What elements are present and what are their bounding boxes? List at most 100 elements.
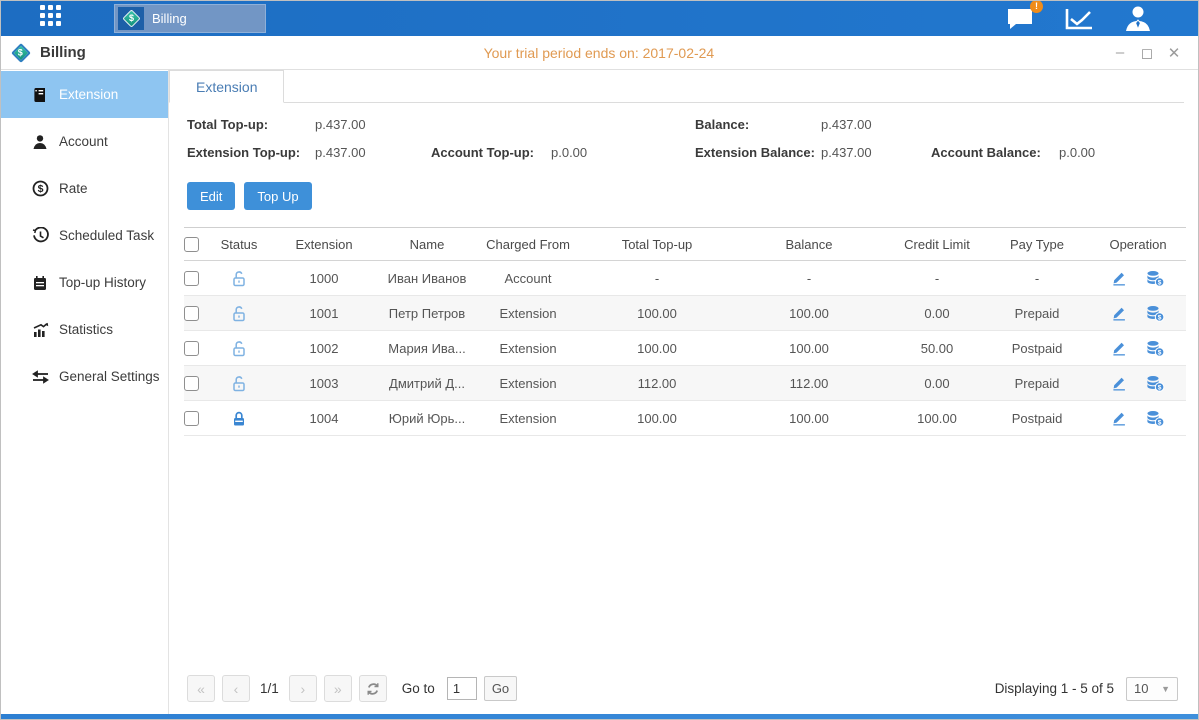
- col-charged-from: Charged From: [470, 228, 586, 261]
- sidebar-item-scheduled-task[interactable]: Scheduled Task: [1, 212, 168, 259]
- taskbar-tab-billing[interactable]: $ Billing: [114, 4, 266, 33]
- billing-diamond-icon: $: [14, 46, 28, 60]
- billing-diamond-icon: $: [122, 9, 140, 27]
- tab-label: Extension: [196, 79, 257, 95]
- col-pay-type: Pay Type: [984, 228, 1090, 261]
- account-balance-value: p.0.00: [1059, 145, 1184, 160]
- extension-balance-value: p.437.00: [821, 145, 931, 160]
- row-checkbox[interactable]: [184, 341, 199, 356]
- page-size-dropdown[interactable]: 10 ▼: [1126, 677, 1178, 701]
- total-topup-value: p.437.00: [315, 117, 431, 132]
- svg-text:$: $: [1158, 419, 1162, 426]
- chart-icon[interactable]: [1063, 6, 1095, 32]
- cell-total-topup: 100.00: [586, 296, 728, 331]
- edit-pencil-icon[interactable]: [1111, 270, 1127, 286]
- minimize-icon[interactable]: –: [1112, 44, 1128, 62]
- window-title: Billing: [40, 44, 86, 61]
- svg-text:$: $: [37, 183, 43, 195]
- account-topup-label: Account Top-up:: [431, 145, 551, 160]
- edit-pencil-icon[interactable]: [1111, 340, 1127, 356]
- edit-pencil-icon[interactable]: [1111, 375, 1127, 391]
- col-name: Name: [384, 228, 470, 261]
- cell-balance: 100.00: [728, 401, 890, 436]
- table-row: 1002 Мария Ива... Extension 100.00 100.0…: [184, 331, 1186, 366]
- prev-page-button[interactable]: ‹: [222, 675, 250, 702]
- sidebar-item-extension[interactable]: Extension: [1, 71, 168, 118]
- notification-badge: !: [1030, 0, 1043, 13]
- balance-summary: Total Top-up: p.437.00 Balance: p.437.00…: [169, 103, 1184, 164]
- cell-credit-limit: 0.00: [890, 296, 984, 331]
- topup-coins-icon[interactable]: $: [1146, 375, 1165, 392]
- chat-icon[interactable]: !: [1005, 6, 1035, 32]
- cell-name: Иван Иванов: [384, 261, 470, 296]
- edit-pencil-icon[interactable]: [1111, 410, 1127, 426]
- taskbar-tab-label: Billing: [152, 11, 187, 26]
- page-indicator: 1/1: [260, 681, 279, 696]
- topup-coins-icon[interactable]: $: [1146, 340, 1165, 357]
- sidebar-item-label: Statistics: [59, 322, 113, 337]
- sidebar-item-general-settings[interactable]: General Settings: [1, 353, 168, 400]
- cell-name: Петр Петров: [384, 296, 470, 331]
- sidebar-item-label: Scheduled Task: [59, 228, 154, 243]
- account-balance-label: Account Balance:: [931, 145, 1059, 160]
- tab-strip: Extension: [169, 70, 1184, 103]
- goto-page-input[interactable]: [447, 677, 477, 700]
- sidebar-item-statistics[interactable]: Statistics: [1, 306, 168, 353]
- window-titlebar: $ Billing Your trial period ends on: 201…: [1, 36, 1198, 70]
- row-checkbox[interactable]: [184, 306, 199, 321]
- select-all-checkbox[interactable]: [184, 237, 199, 252]
- person-icon: [31, 133, 49, 151]
- goto-label: Go to: [402, 681, 435, 696]
- topup-coins-icon[interactable]: $: [1146, 270, 1165, 287]
- sidebar-item-topup-history[interactable]: Top-up History: [1, 259, 168, 306]
- extension-topup-label: Extension Top-up:: [187, 145, 315, 160]
- page-size-value: 10: [1134, 681, 1148, 696]
- main-content: Extension Total Top-up: p.437.00 Balance…: [169, 70, 1198, 714]
- go-button[interactable]: Go: [484, 676, 517, 701]
- refresh-icon[interactable]: [359, 675, 387, 702]
- balance-label: Balance:: [695, 117, 821, 132]
- system-topbar: $ Billing !: [1, 1, 1198, 36]
- edit-pencil-icon[interactable]: [1111, 305, 1127, 321]
- close-icon[interactable]: ✕: [1166, 44, 1182, 62]
- cell-credit-limit: 0.00: [890, 366, 984, 401]
- sidebar-item-label: General Settings: [59, 369, 160, 384]
- svg-text:$: $: [1158, 349, 1162, 356]
- cell-pay-type: Postpaid: [984, 331, 1090, 366]
- extension-topup-value: p.437.00: [315, 145, 431, 160]
- svg-text:$: $: [1158, 314, 1162, 321]
- topup-button[interactable]: Top Up: [244, 182, 311, 210]
- cell-pay-type: Prepaid: [984, 366, 1090, 401]
- row-checkbox[interactable]: [184, 376, 199, 391]
- last-page-button[interactable]: »: [324, 675, 352, 702]
- row-checkbox[interactable]: [184, 411, 199, 426]
- next-page-button[interactable]: ›: [289, 675, 317, 702]
- table-row: 1000 Иван Иванов Account - - - - $: [184, 261, 1186, 296]
- user-icon[interactable]: [1123, 5, 1153, 32]
- col-balance: Balance: [728, 228, 890, 261]
- table-row: 1004 Юрий Юрь... Extension 100.00 100.00…: [184, 401, 1186, 436]
- cell-charged-from: Account: [470, 261, 586, 296]
- first-page-button[interactable]: «: [187, 675, 215, 702]
- cell-total-topup: 112.00: [586, 366, 728, 401]
- topup-coins-icon[interactable]: $: [1146, 305, 1165, 322]
- lock-open-icon: [231, 270, 247, 287]
- app-grid-icon[interactable]: [40, 5, 67, 32]
- row-checkbox[interactable]: [184, 271, 199, 286]
- cell-name: Юрий Юрь...: [384, 401, 470, 436]
- sidebar-item-label: Rate: [59, 181, 88, 196]
- col-status: Status: [214, 228, 264, 261]
- tab-extension[interactable]: Extension: [169, 70, 284, 103]
- notepad-icon: [31, 274, 49, 292]
- sidebar-item-account[interactable]: Account: [1, 118, 168, 165]
- maximize-icon[interactable]: ◻: [1139, 44, 1155, 62]
- sidebar-item-label: Account: [59, 134, 108, 149]
- cell-extension: 1001: [264, 296, 384, 331]
- edit-button[interactable]: Edit: [187, 182, 235, 210]
- lock-open-icon: [231, 305, 247, 322]
- sidebar-item-rate[interactable]: $ Rate: [1, 165, 168, 212]
- cell-credit-limit: 50.00: [890, 331, 984, 366]
- topup-coins-icon[interactable]: $: [1146, 410, 1165, 427]
- cell-pay-type: Postpaid: [984, 401, 1090, 436]
- cell-total-topup: 100.00: [586, 331, 728, 366]
